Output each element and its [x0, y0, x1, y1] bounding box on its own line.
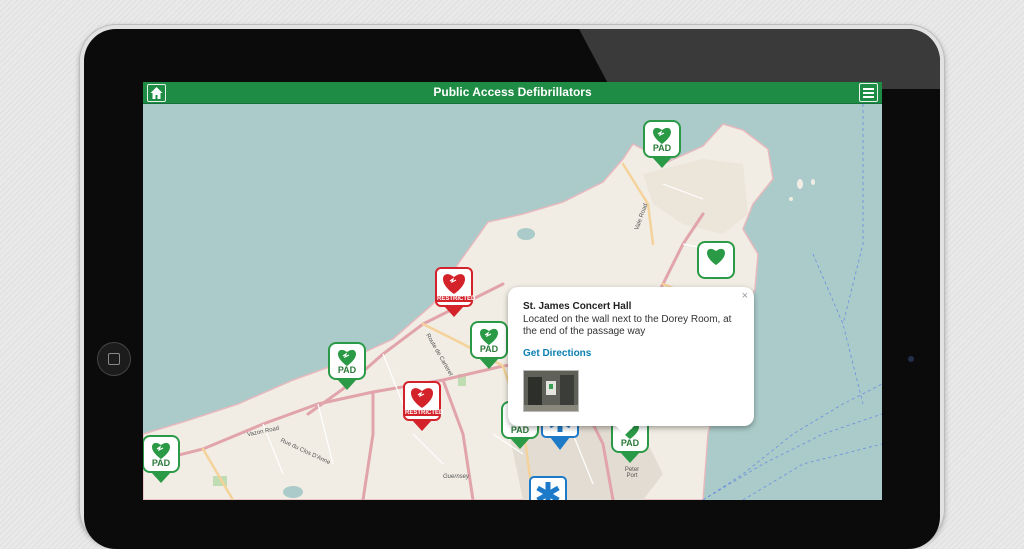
popup-tip: [616, 426, 634, 435]
popup-description: Located on the wall next to the Dorey Ro…: [523, 314, 732, 337]
pad-marker[interactable]: [697, 241, 735, 291]
pad-marker[interactable]: PAD: [143, 435, 180, 485]
lake: [283, 486, 303, 498]
pad-marker[interactable]: PAD: [643, 120, 681, 170]
tablet-home-button[interactable]: [97, 342, 131, 376]
pad-marker[interactable]: PAD: [470, 321, 508, 371]
marker-label: RESTRICTED: [437, 296, 476, 302]
menu-button[interactable]: [859, 83, 878, 102]
marker-label: PAD: [652, 143, 672, 153]
marker-label: PAD: [337, 365, 357, 375]
lake: [517, 228, 535, 240]
popup-title: St. James Concert Hall: [523, 301, 632, 312]
ambulance-marker[interactable]: [529, 476, 567, 500]
tablet-camera: [908, 356, 914, 362]
islet: [789, 197, 793, 201]
islet: [811, 179, 815, 185]
get-directions-link[interactable]: Get Directions: [523, 348, 591, 359]
pad-marker[interactable]: PAD: [328, 342, 366, 392]
popup-close-button[interactable]: ×: [742, 290, 748, 302]
restricted-marker[interactable]: RESTRICTED: [435, 267, 476, 317]
location-photo[interactable]: [523, 370, 579, 412]
location-popup: × St. James Concert Hall Located on the …: [508, 287, 754, 435]
app-header: Public Access Defibrillators: [143, 82, 882, 104]
hamburger-menu-icon: [863, 88, 874, 98]
bezel-glare: [579, 29, 940, 89]
marker-label: PAD: [510, 425, 530, 435]
marker-label: RESTRICTED: [405, 410, 444, 416]
marker-label: PAD: [151, 458, 171, 468]
map-view[interactable]: Peter Port Guernsey Vazon Road Rue du Cl…: [143, 104, 882, 500]
marker-label: PAD: [479, 344, 499, 354]
page-title: Public Access Defibrillators: [433, 85, 592, 99]
place-label: Peter Port: [624, 467, 640, 479]
marker-label: PAD: [620, 438, 640, 448]
place-label: Guernsey: [443, 474, 470, 480]
restricted-marker[interactable]: RESTRICTED: [403, 381, 444, 431]
app-screen: Public Access Defibrillators Peter Port …: [143, 82, 882, 500]
islet: [797, 179, 803, 189]
